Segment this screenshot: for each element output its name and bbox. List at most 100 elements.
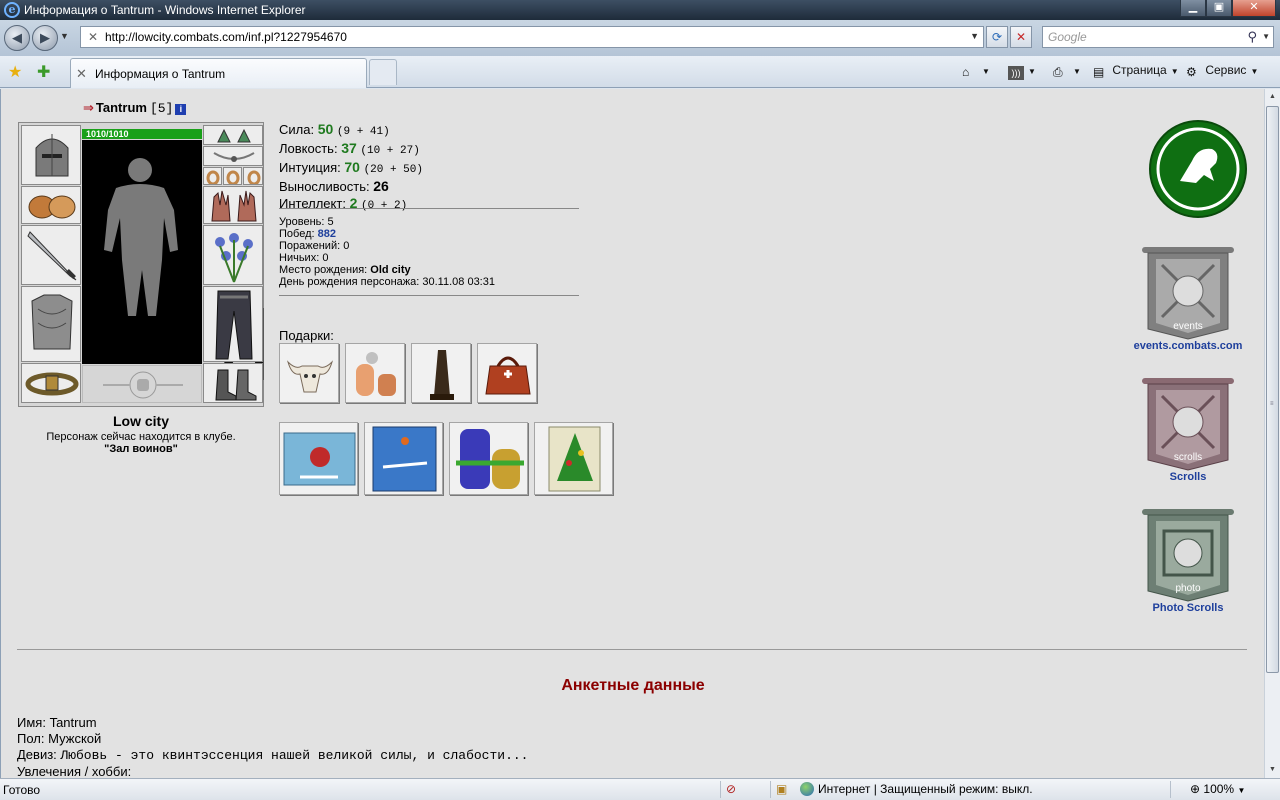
new-tab-button[interactable] <box>369 59 397 85</box>
leggings-slot[interactable] <box>203 286 263 362</box>
hp-bar: 1010/1010 <box>82 129 202 139</box>
scroll-down-icon[interactable]: ▼ <box>1265 762 1280 778</box>
favorites-star-icon[interactable]: ★ <box>8 62 22 82</box>
status-text: Готово <box>3 783 41 797</box>
stat-detail: (9 + 41) <box>336 126 390 138</box>
gift-card[interactable] <box>364 422 443 495</box>
belt-slot[interactable] <box>21 363 81 403</box>
info-draws: Ничьих: 0 <box>279 252 329 264</box>
character-avatar <box>82 140 264 380</box>
tab-label: Информация о Tantrum <box>95 67 226 81</box>
maximize-button[interactable]: ▣ <box>1206 0 1232 17</box>
tab-favicon-icon: ✕ <box>76 66 87 81</box>
christmas-tree-card-icon <box>548 426 601 492</box>
globe-icon <box>800 782 814 796</box>
armor-slot[interactable] <box>21 286 81 362</box>
status-bar: Готово ⊘ ▣ Интернет | Защищенный режим: … <box>0 778 1280 800</box>
gift-item[interactable] <box>411 343 471 403</box>
ring-icon <box>226 170 240 184</box>
zoom-dropdown-icon[interactable]: ▼ <box>1237 786 1245 795</box>
amulet-slot[interactable] <box>203 146 263 166</box>
klan-goat-logo-icon[interactable] <box>1148 119 1248 219</box>
boots-slot[interactable] <box>203 363 263 403</box>
gift-card[interactable] <box>279 422 358 495</box>
close-button[interactable]: ✕ <box>1232 0 1276 17</box>
security-zone[interactable]: Интернет | Защищенный режим: выкл. <box>800 782 1033 796</box>
add-favorites-icon[interactable]: ✚ <box>37 62 50 82</box>
security-report-icon[interactable]: ▣ <box>776 782 787 796</box>
private-message-arrow-icon[interactable]: ⇒ <box>83 100 94 115</box>
stat-detail: (10 + 27) <box>360 145 420 157</box>
print-button[interactable]: ⎙ ▼ <box>1053 63 1081 81</box>
feeds-button[interactable]: ))) ▼ <box>1008 63 1036 81</box>
tools-menu[interactable]: ⚙ Сервис ▼ <box>1186 63 1258 81</box>
feeds-icon: ))) <box>1008 66 1024 80</box>
gift-item[interactable] <box>279 343 339 403</box>
stat-value: 70 <box>344 159 360 175</box>
shield-slot[interactable] <box>203 225 263 285</box>
scrolls-banner-text: scrolls <box>1174 452 1202 463</box>
search-icon[interactable]: ⚲ <box>1247 29 1257 45</box>
bull-skull-icon <box>286 360 334 393</box>
avatar-silhouette-icon <box>104 158 178 316</box>
history-dropdown-icon[interactable]: ▼ <box>60 31 69 41</box>
character-header: ⇒ Tantrum [5] i <box>83 100 187 116</box>
info-icon[interactable]: i <box>175 104 187 115</box>
forward-icon: ▶ <box>40 30 50 45</box>
belt-icon <box>25 372 79 396</box>
photo-scrolls-banner-icon[interactable]: photo <box>1138 507 1238 603</box>
photo-scrolls-link[interactable]: Photo Scrolls <box>1121 602 1255 614</box>
bracers-icon <box>28 195 76 219</box>
site-favicon-icon: ✕ <box>87 30 99 44</box>
gift-item[interactable] <box>477 343 537 403</box>
print-icon: ⎙ <box>1053 65 1063 79</box>
gift-card[interactable] <box>534 422 613 495</box>
ring1-slot[interactable] <box>203 167 222 185</box>
ring2-slot[interactable] <box>223 167 242 185</box>
popup-blocker-icon[interactable]: ⊘ <box>726 782 736 796</box>
gift-item[interactable] <box>345 343 405 403</box>
refresh-button[interactable]: ⟳ <box>986 26 1008 48</box>
statue-icon <box>430 350 454 400</box>
scrolls-link[interactable]: Scrolls <box>1121 471 1255 483</box>
weapon-slot[interactable] <box>21 225 81 285</box>
page-menu[interactable]: ▤ Страница ▼ <box>1093 63 1179 81</box>
stop-button[interactable]: ✕ <box>1010 26 1032 48</box>
wins-link[interactable]: 882 <box>318 228 336 240</box>
bracers-slot[interactable] <box>21 186 81 224</box>
info-level: Уровень: 5 <box>279 216 334 228</box>
ie-logo-icon: e <box>4 2 20 18</box>
ring3-slot[interactable] <box>243 167 263 185</box>
grip-icon: ≡ <box>1270 401 1274 407</box>
helmet-slot[interactable] <box>21 125 81 185</box>
vertical-scrollbar[interactable]: ▲ ≡ ▼ <box>1264 89 1280 778</box>
equipment-panel: 1010/1010 <box>18 122 264 407</box>
address-bar[interactable]: ✕ http://lowcity.combats.com/inf.pl?1227… <box>80 26 984 48</box>
info-losses: Поражений: 0 <box>279 240 350 252</box>
gloves-icon <box>211 190 257 222</box>
scroll-up-icon[interactable]: ▲ <box>1265 89 1280 105</box>
stat-label: Интуиция: <box>279 160 341 175</box>
address-url[interactable]: http://lowcity.combats.com/inf.pl?122795… <box>105 30 347 44</box>
back-button[interactable]: ◀ <box>4 25 30 51</box>
address-dropdown-icon[interactable]: ▼ <box>970 31 979 41</box>
events-banner-icon[interactable]: events <box>1138 245 1238 341</box>
stat-value: 37 <box>341 140 357 156</box>
forward-button[interactable]: ▶ <box>32 25 58 51</box>
tab-active[interactable]: ✕ Информация о Tantrum <box>70 58 367 88</box>
events-link[interactable]: events.combats.com <box>1121 340 1255 352</box>
scrollbar-thumb[interactable]: ≡ <box>1266 106 1279 673</box>
earrings-slot[interactable] <box>203 125 263 145</box>
gift-card[interactable] <box>449 422 528 495</box>
home-button[interactable]: ⌂ ▼ <box>962 63 990 81</box>
city-info: Low city Персонаж сейчас находится в клу… <box>18 413 264 455</box>
minimize-button[interactable]: ▁ <box>1180 0 1206 17</box>
gloves-slot[interactable] <box>203 186 263 224</box>
info-birthplace: Место рождения: Old city <box>279 264 411 276</box>
scrolls-banner-icon[interactable]: scrolls <box>1138 376 1238 472</box>
stats-panel: Сила: 50 (9 + 41) Ловкость: 37 (10 + 27)… <box>279 121 579 214</box>
search-box[interactable]: Google ⚲ ▼ <box>1042 26 1274 48</box>
search-dropdown-icon[interactable]: ▼ <box>1262 32 1270 41</box>
zoom-control[interactable]: ⊕ 100% ▼ <box>1190 782 1245 796</box>
ring-icon <box>247 170 261 184</box>
